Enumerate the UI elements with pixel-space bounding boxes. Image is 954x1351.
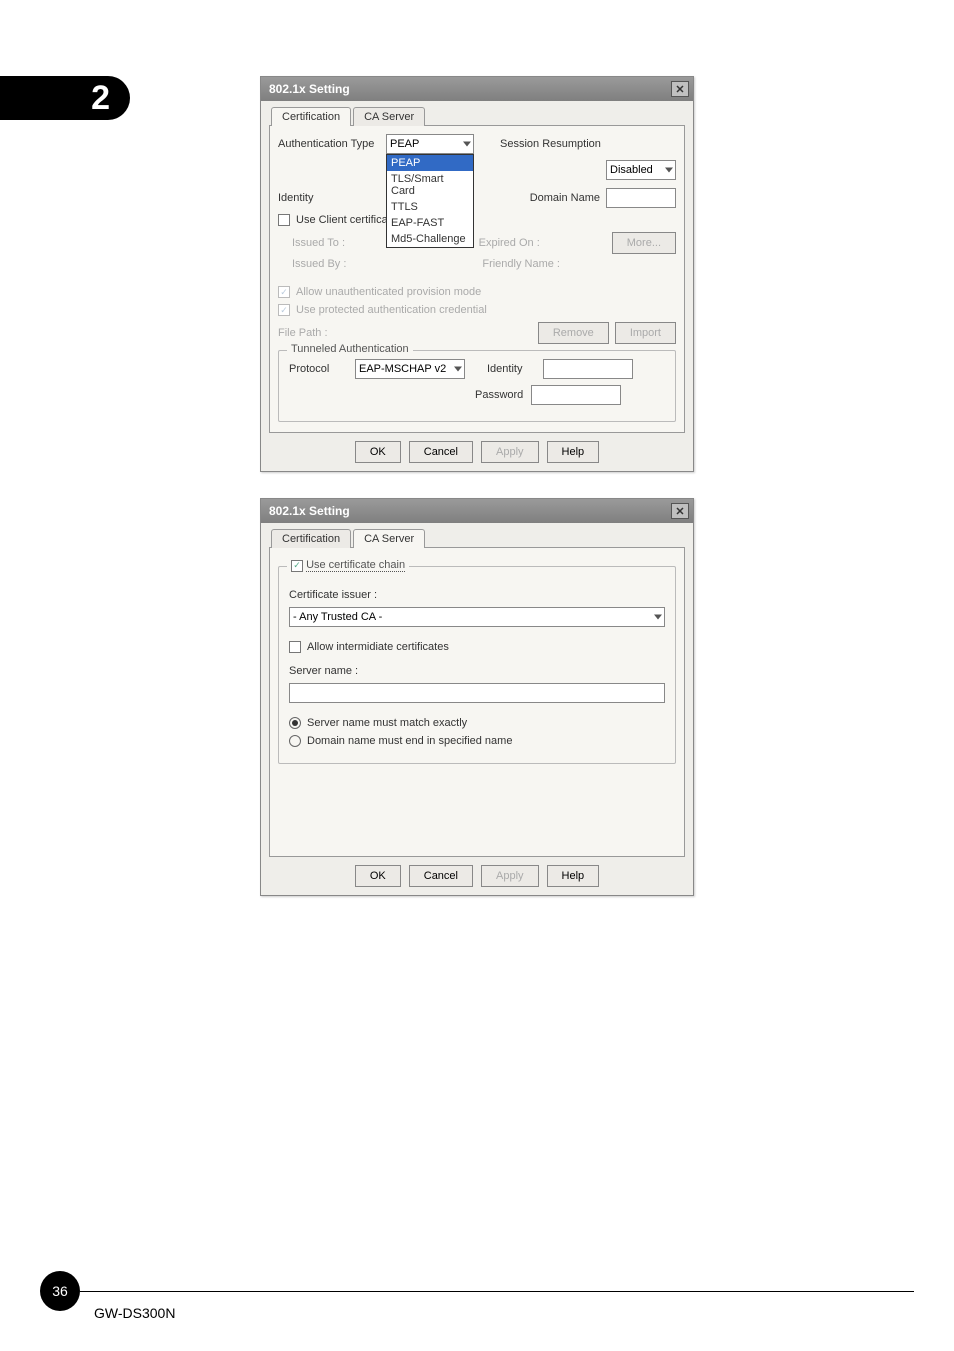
- domain-name-label: Domain Name: [530, 192, 600, 204]
- server-name-input[interactable]: [289, 683, 665, 703]
- auth-type-dropdown[interactable]: PEAP TLS/Smart Card TTLS EAP-FAST Md5-Ch…: [386, 154, 474, 248]
- ok-button[interactable]: OK: [355, 441, 401, 463]
- allow-unauth-label: Allow unauthenticated provision mode: [296, 286, 481, 298]
- apply-button-2: Apply: [481, 865, 539, 887]
- cancel-button[interactable]: Cancel: [409, 441, 473, 463]
- footer-rule: [80, 1291, 914, 1292]
- friendly-name-label: Friendly Name :: [482, 258, 560, 270]
- match-exactly-label: Server name must match exactly: [307, 717, 467, 729]
- session-resumption-label: Session Resumption: [500, 138, 601, 150]
- page-footer: 36 GW-DS300N: [40, 1271, 914, 1321]
- expired-on-label: Expired On :: [479, 237, 540, 249]
- cert-issuer-label: Certificate issuer :: [289, 589, 665, 601]
- tab-ca-server[interactable]: CA Server: [353, 107, 425, 126]
- help-button-2[interactable]: Help: [547, 865, 600, 887]
- close-icon[interactable]: ✕: [671, 81, 689, 97]
- domain-end-radio[interactable]: [289, 735, 301, 747]
- close-icon-2[interactable]: ✕: [671, 503, 689, 519]
- use-protected-label: Use protected authentication credential: [296, 304, 487, 316]
- dialog-8021x-ca: 802.1x Setting ✕ Certification CA Server…: [260, 498, 694, 896]
- tunneled-auth-legend: Tunneled Authentication: [287, 343, 413, 355]
- allow-intermediate-label: Allow intermidiate certificates: [307, 641, 449, 653]
- opt-tls[interactable]: TLS/Smart Card: [387, 171, 473, 199]
- allow-unauth-checkbox: [278, 286, 290, 298]
- auth-type-select[interactable]: PEAP: [386, 134, 474, 154]
- issued-to-label: Issued To :: [292, 237, 372, 249]
- import-button: Import: [615, 322, 676, 344]
- tab-certification-2[interactable]: Certification: [271, 529, 351, 548]
- use-client-cert-label: Use Client certificate: [296, 214, 397, 226]
- protocol-select[interactable]: EAP-MSCHAP v2: [355, 359, 465, 379]
- match-exactly-radio[interactable]: [289, 717, 301, 729]
- tab-certification[interactable]: Certification: [271, 107, 351, 126]
- use-protected-checkbox: [278, 304, 290, 316]
- tunneled-identity-input[interactable]: [543, 359, 633, 379]
- opt-md5[interactable]: Md5-Challenge: [387, 231, 473, 247]
- opt-peap[interactable]: PEAP: [387, 155, 473, 171]
- apply-button: Apply: [481, 441, 539, 463]
- session-resumption-select[interactable]: Disabled: [606, 160, 676, 180]
- page-number: 36: [40, 1271, 80, 1311]
- opt-ttls[interactable]: TTLS: [387, 199, 473, 215]
- more-button: More...: [612, 232, 676, 254]
- titlebar: 802.1x Setting ✕: [261, 77, 693, 101]
- server-name-label: Server name :: [289, 665, 665, 677]
- identity-label: Identity: [278, 192, 380, 204]
- domain-end-label: Domain name must end in specified name: [307, 735, 512, 747]
- file-path-label: File Path :: [278, 327, 338, 339]
- cert-issuer-select[interactable]: - Any Trusted CA -: [289, 607, 665, 627]
- ok-button-2[interactable]: OK: [355, 865, 401, 887]
- tab-ca-server-2[interactable]: CA Server: [353, 529, 425, 548]
- tunneled-identity-label: Identity: [487, 363, 537, 375]
- issued-by-label: Issued By :: [292, 258, 372, 270]
- cancel-button-2[interactable]: Cancel: [409, 865, 473, 887]
- allow-intermediate-checkbox[interactable]: [289, 641, 301, 653]
- use-cert-chain-checkbox[interactable]: [291, 560, 303, 572]
- tunneled-password-label: Password: [475, 389, 525, 401]
- domain-name-input[interactable]: [606, 188, 676, 208]
- use-cert-chain-label: Use certificate chain: [306, 559, 405, 572]
- use-client-cert-checkbox[interactable]: [278, 214, 290, 226]
- remove-button: Remove: [538, 322, 609, 344]
- model-label: GW-DS300N: [94, 1305, 914, 1321]
- protocol-label: Protocol: [289, 363, 349, 375]
- chapter-badge: 2: [0, 76, 130, 120]
- opt-eapfast[interactable]: EAP-FAST: [387, 215, 473, 231]
- dialog-title-2: 802.1x Setting: [269, 504, 350, 518]
- auth-type-label: Authentication Type: [278, 138, 380, 150]
- help-button[interactable]: Help: [547, 441, 600, 463]
- titlebar-2: 802.1x Setting ✕: [261, 499, 693, 523]
- dialog-title: 802.1x Setting: [269, 82, 350, 96]
- dialog-8021x-cert: 802.1x Setting ✕ Certification CA Server…: [260, 76, 694, 472]
- tunneled-password-input[interactable]: [531, 385, 621, 405]
